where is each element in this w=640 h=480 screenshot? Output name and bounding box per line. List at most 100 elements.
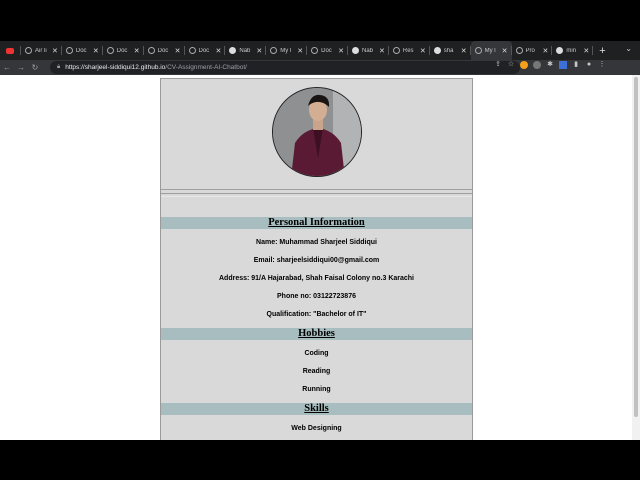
- close-tab-icon[interactable]: ✕: [216, 47, 222, 55]
- tab-label: Doc: [321, 47, 332, 54]
- github-icon: [556, 47, 564, 54]
- screen: Air li ✕ Doc ✕ Doc ✕ Doc ✕ Doc ✕ Nab ✕ My l ✕ Doc ✕ Nab ✕…: [0, 0, 640, 480]
- close-tab-icon[interactable]: ✕: [297, 47, 303, 55]
- lock-icon: 🔒︎: [57, 64, 61, 70]
- tab[interactable]: Nab ✕: [225, 41, 267, 60]
- tab-separator: [592, 46, 594, 55]
- tab-label: Doc: [116, 47, 128, 54]
- bookmark-star-icon[interactable]: ☆: [507, 61, 515, 69]
- tab[interactable]: My l ✕: [266, 41, 308, 60]
- tab[interactable]: Doc ✕: [185, 41, 226, 60]
- cv-name: Name: Muhammad Sharjeel Siddiqui: [256, 239, 377, 246]
- tab[interactable]: min ✕: [552, 41, 594, 60]
- close-tab-icon[interactable]: ✕: [52, 47, 58, 55]
- cv-card: Personal Information Name: Muhammad Shar…: [160, 78, 473, 440]
- tab-label: Air li: [35, 47, 47, 54]
- tab[interactable]: Air li ✕: [21, 41, 62, 60]
- cv-qualification: Qualification: "Bachelor of IT": [266, 311, 367, 318]
- tab-label: Doc: [198, 47, 210, 54]
- cv-email: Email: sharjeelsiddiqui00@gmail.com: [253, 257, 380, 264]
- tab[interactable]: Doc ✕: [62, 41, 103, 60]
- menu-icon[interactable]: ⋮: [598, 61, 606, 69]
- scrollbar-thumb[interactable]: [634, 77, 638, 417]
- hobby-item: Coding: [304, 350, 329, 357]
- tab[interactable]: Doc ✕: [144, 41, 185, 60]
- globe-icon: [188, 47, 196, 54]
- globe-icon: [147, 47, 155, 54]
- close-tab-icon[interactable]: ✕: [502, 47, 508, 55]
- close-tab-icon[interactable]: ✕: [379, 47, 385, 55]
- close-tab-icon[interactable]: ✕: [175, 47, 181, 55]
- reload-icon[interactable]: ↻: [28, 63, 42, 72]
- profile-photo: [272, 87, 362, 177]
- close-tab-icon[interactable]: ✕: [461, 47, 467, 55]
- tab-label: Pro: [525, 47, 535, 54]
- divider: [161, 193, 472, 194]
- divider: [161, 196, 472, 197]
- url-path: /CV-Assignment-AI-Chatbot/: [165, 64, 247, 71]
- tab[interactable]: Pro ✕: [512, 41, 553, 60]
- screen-bottom-bezel: [0, 440, 640, 480]
- share-icon[interactable]: ⇪: [494, 61, 502, 69]
- tab[interactable]: My l ✕: [470, 41, 512, 60]
- page-viewport[interactable]: Personal Information Name: Muhammad Shar…: [0, 75, 640, 440]
- github-icon: [229, 47, 237, 54]
- section-heading-personal: Personal Information: [161, 217, 472, 229]
- section-heading-hobbies: Hobbies: [161, 328, 472, 340]
- tab[interactable]: Doc ✕: [103, 41, 144, 60]
- tab[interactable]: Res ✕: [389, 41, 430, 60]
- tab-label: Doc: [75, 47, 87, 54]
- globe-icon: [311, 47, 319, 54]
- cv-phone: Phone no: 03122723876: [277, 293, 356, 300]
- new-tab-button[interactable]: +: [599, 45, 605, 57]
- toolbar-actions: ⇪ ☆ ✱ ▮ ● ⋮: [494, 61, 606, 69]
- tab-label: Res: [402, 47, 414, 54]
- extension-orange-icon[interactable]: [520, 61, 528, 69]
- tab[interactable]: [2, 41, 21, 60]
- tab-label: min: [566, 47, 577, 54]
- tab-label: My l: [484, 47, 496, 54]
- github-icon: [433, 47, 441, 54]
- profile-icon[interactable]: ●: [585, 61, 593, 69]
- forward-icon[interactable]: →: [14, 63, 28, 72]
- close-tab-icon[interactable]: ✕: [543, 47, 549, 55]
- scrollbar[interactable]: [632, 75, 640, 440]
- hobby-item: Reading: [302, 368, 331, 375]
- tab-label: Nab: [239, 47, 251, 54]
- close-tab-icon[interactable]: ✕: [420, 47, 426, 55]
- tab-label: My l: [280, 47, 292, 54]
- back-icon[interactable]: ←: [0, 63, 14, 72]
- globe-icon: [65, 47, 73, 54]
- tab[interactable]: Nab ✕: [348, 41, 389, 60]
- divider: [161, 189, 472, 190]
- section-heading-skills: Skills: [161, 403, 472, 415]
- close-tab-icon[interactable]: ✕: [338, 47, 344, 55]
- cv-address: Address: 91/A Hajarabad, Shah Faisal Col…: [218, 275, 415, 282]
- url-host: https://sharjeel-siddiqui12.github.io: [65, 64, 166, 71]
- address-bar[interactable]: 🔒︎ https://sharjeel-siddiqui12.github.io…: [50, 61, 520, 74]
- extension-blue-icon[interactable]: [559, 61, 567, 69]
- hobby-item: Running: [302, 386, 331, 393]
- tab[interactable]: Doc ✕: [307, 41, 348, 60]
- globe-icon: [392, 47, 400, 54]
- extension-gray-icon[interactable]: [533, 61, 541, 69]
- tab[interactable]: sha ✕: [430, 41, 471, 60]
- puzzle-icon[interactable]: ✱: [546, 61, 554, 69]
- close-tab-icon[interactable]: ✕: [93, 47, 99, 55]
- globe-icon: [25, 47, 32, 54]
- close-tab-icon[interactable]: ✕: [134, 47, 140, 55]
- globe-icon: [270, 47, 278, 54]
- tab-search-button[interactable]: ⌄: [625, 44, 632, 53]
- globe-icon: [106, 47, 114, 54]
- close-tab-icon[interactable]: ✕: [583, 47, 589, 55]
- tab-label: Doc: [157, 47, 169, 54]
- globe-icon: [474, 47, 482, 54]
- skill-item: Web Designing: [291, 425, 342, 432]
- tab-strip: Air li ✕ Doc ✕ Doc ✕ Doc ✕ Doc ✕ Nab ✕ My l ✕ Doc ✕ Nab ✕…: [0, 41, 640, 60]
- tab-label: sha: [443, 47, 454, 54]
- sidepanel-icon[interactable]: ▮: [572, 61, 580, 69]
- github-icon: [352, 47, 359, 54]
- tab-label: Nab: [362, 47, 374, 54]
- close-tab-icon[interactable]: ✕: [256, 47, 262, 55]
- globe-icon: [515, 47, 523, 54]
